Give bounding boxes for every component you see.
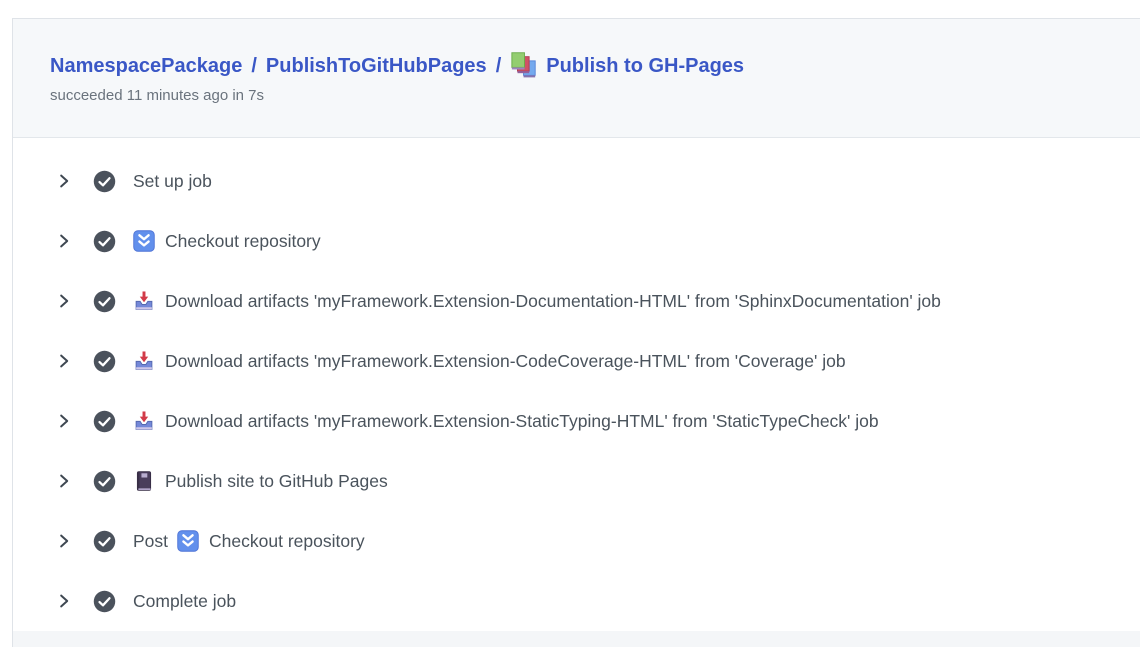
step-label: Download artifacts 'myFramework.Extensio… bbox=[165, 351, 846, 372]
success-check-icon bbox=[93, 470, 116, 493]
steps-list: Set up job Checkout repository Download … bbox=[13, 138, 1140, 631]
chevron-right-icon[interactable] bbox=[57, 414, 71, 428]
success-check-icon bbox=[93, 170, 116, 193]
notebook-icon bbox=[133, 470, 155, 492]
breadcrumb-link-repository[interactable]: NamespacePackage bbox=[50, 55, 242, 78]
chevron-right-icon[interactable] bbox=[57, 534, 71, 548]
books-icon bbox=[510, 52, 538, 80]
success-check-icon bbox=[93, 590, 116, 613]
step-row[interactable]: Complete job bbox=[13, 571, 1140, 631]
step-row[interactable]: Download artifacts 'myFramework.Extensio… bbox=[13, 391, 1140, 451]
success-check-icon bbox=[93, 290, 116, 313]
breadcrumb: NamespacePackage / PublishToGitHubPages … bbox=[50, 52, 1140, 80]
success-check-icon bbox=[93, 530, 116, 553]
step-label: Publish site to GitHub Pages bbox=[165, 471, 388, 492]
chevron-right-icon[interactable] bbox=[57, 474, 71, 488]
download-button-icon bbox=[177, 530, 199, 552]
breadcrumb-separator: / bbox=[496, 55, 502, 78]
inbox-tray-icon bbox=[133, 290, 155, 312]
job-panel: NamespacePackage / PublishToGitHubPages … bbox=[12, 18, 1140, 647]
step-label: Download artifacts 'myFramework.Extensio… bbox=[165, 291, 941, 312]
chevron-right-icon[interactable] bbox=[57, 294, 71, 308]
step-row[interactable]: Checkout repository bbox=[13, 211, 1140, 271]
step-row[interactable]: Publish site to GitHub Pages bbox=[13, 451, 1140, 511]
step-row[interactable]: Set up job bbox=[13, 151, 1140, 211]
chevron-right-icon[interactable] bbox=[57, 594, 71, 608]
success-check-icon bbox=[93, 410, 116, 433]
job-title: Publish to GH-Pages bbox=[546, 55, 744, 78]
chevron-right-icon[interactable] bbox=[57, 354, 71, 368]
inbox-tray-icon bbox=[133, 350, 155, 372]
chevron-right-icon[interactable] bbox=[57, 174, 71, 188]
step-label: Set up job bbox=[133, 171, 212, 192]
success-check-icon bbox=[93, 350, 116, 373]
step-label: Checkout repository bbox=[165, 231, 321, 252]
breadcrumb-separator: / bbox=[251, 55, 257, 78]
step-prefix: Post bbox=[133, 531, 168, 552]
breadcrumb-link-job[interactable]: Publish to GH-Pages bbox=[510, 52, 744, 80]
panel-footer bbox=[13, 631, 1140, 647]
job-status-line: succeeded 11 minutes ago in 7s bbox=[50, 87, 1140, 104]
job-header: NamespacePackage / PublishToGitHubPages … bbox=[13, 19, 1140, 138]
breadcrumb-link-workflow[interactable]: PublishToGitHubPages bbox=[266, 55, 487, 78]
step-label: Checkout repository bbox=[209, 531, 365, 552]
step-row[interactable]: Post Checkout repository bbox=[13, 511, 1140, 571]
success-check-icon bbox=[93, 230, 116, 253]
step-row[interactable]: Download artifacts 'myFramework.Extensio… bbox=[13, 271, 1140, 331]
download-button-icon bbox=[133, 230, 155, 252]
step-label: Complete job bbox=[133, 591, 236, 612]
step-row[interactable]: Download artifacts 'myFramework.Extensio… bbox=[13, 331, 1140, 391]
chevron-right-icon[interactable] bbox=[57, 234, 71, 248]
inbox-tray-icon bbox=[133, 410, 155, 432]
step-label: Download artifacts 'myFramework.Extensio… bbox=[165, 411, 879, 432]
